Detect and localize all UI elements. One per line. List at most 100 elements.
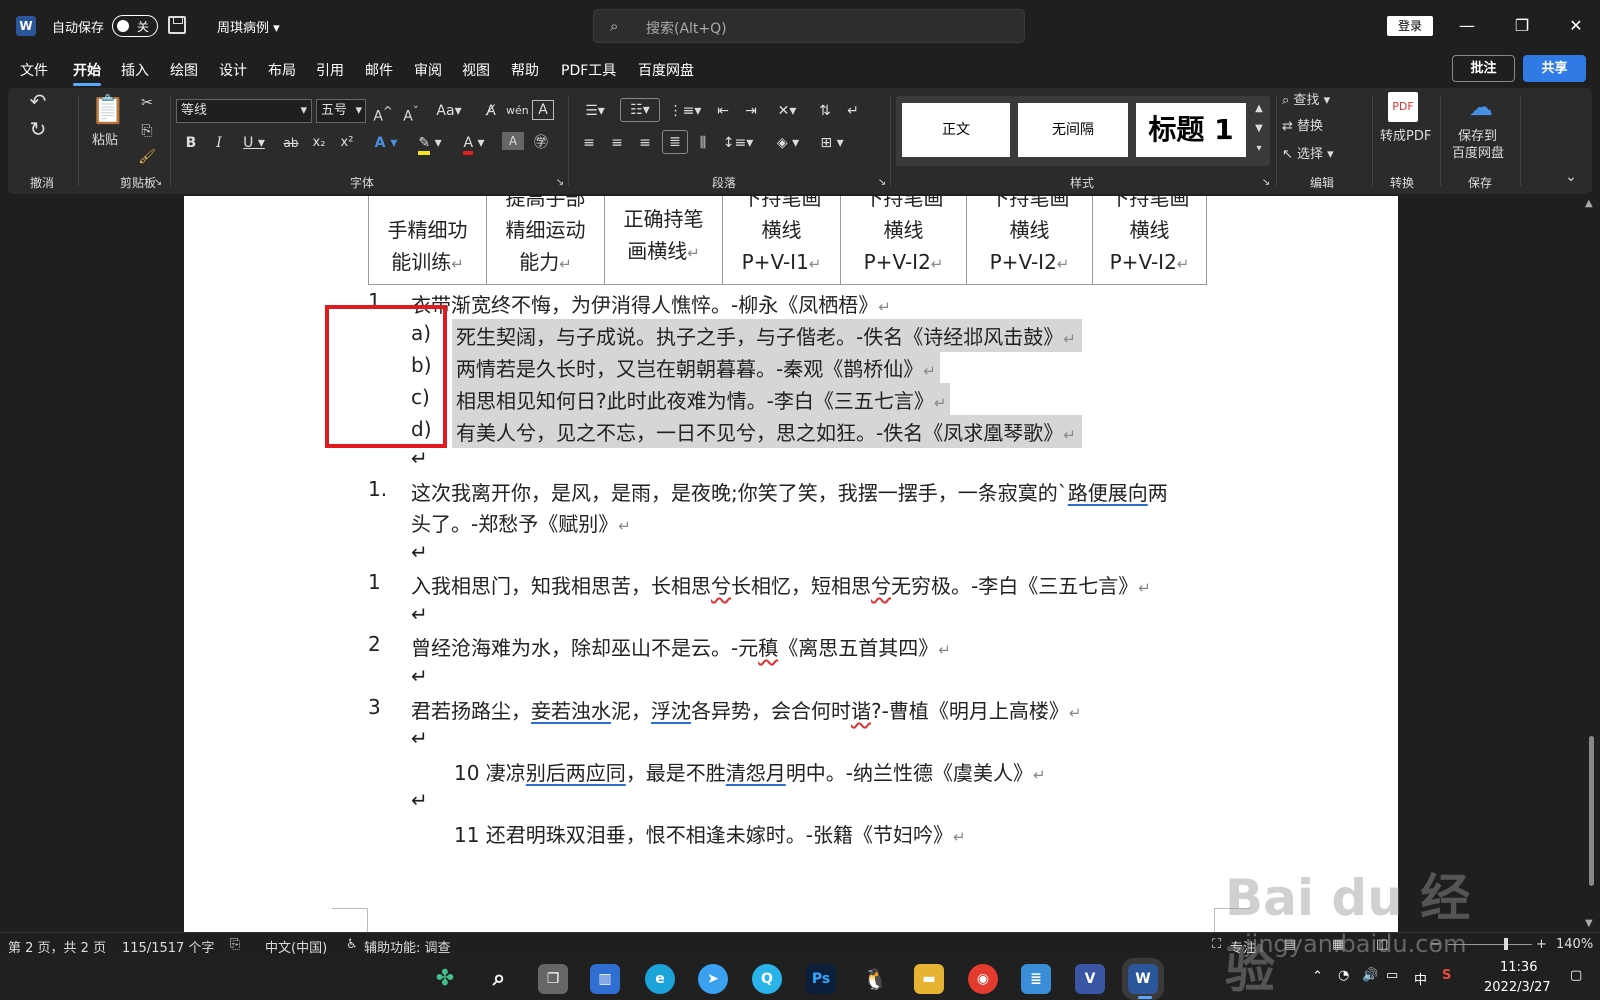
edge-icon[interactable]: e (645, 964, 675, 994)
paragraph-launcher-icon[interactable]: ↘ (876, 172, 888, 194)
shading-icon[interactable]: ◈ ▾ (770, 132, 806, 154)
format-painter-icon[interactable]: 🖌 (136, 146, 158, 168)
table-cell[interactable]: 手精细功 能训练↵ (368, 196, 487, 285)
document-title[interactable]: 周琪病例 ▾ (217, 17, 280, 36)
clipboard-launcher-icon[interactable]: ↘ (152, 172, 164, 194)
line-spacing-icon[interactable]: ↕≡▾ (720, 132, 756, 154)
save-to-label-2[interactable]: 百度网盘 (1452, 145, 1504, 162)
list-item-continuation[interactable]: 头了。-郑愁予《赋别》↵ (411, 508, 631, 537)
character-border-icon[interactable]: A (532, 100, 554, 120)
highlight-color-icon[interactable]: ✎ ▾ (412, 132, 448, 155)
sub-item[interactable]: 相思相见知何日?此时此夜难为情。-李白《三五七言》↵ (452, 383, 951, 416)
task-view-icon[interactable]: ❐ (538, 964, 568, 994)
restore-icon[interactable]: ❐ (1507, 12, 1537, 40)
pdf-icon[interactable]: PDF (1388, 92, 1418, 122)
list-item[interactable]: 衣带渐宽终不悔，为伊消得人憔悴。-柳永《凤栖梧》↵ (411, 289, 891, 318)
list-item[interactable]: 10 凄凉别后两应同，最是不胜清怨月明中。-纳兰性德《虞美人》↵ (454, 757, 1046, 786)
list-item[interactable]: 曾经沧海难为水，除却巫山不是云。-元稹《离思五首其四》↵ (411, 632, 951, 661)
scroll-down-icon[interactable]: ▼ (1585, 918, 1593, 929)
tab-help[interactable]: 帮助 (511, 60, 539, 80)
cut-icon[interactable]: ✂ (136, 92, 158, 114)
widgets-icon[interactable]: ▥ (590, 964, 620, 994)
search-box[interactable]: ⌕ 搜索(Alt+Q) (593, 9, 1025, 43)
table-cell[interactable]: 下持笔画 横线 P+V-I1↵ (722, 196, 841, 285)
strikethrough-icon[interactable]: ab (280, 132, 302, 154)
style-no-spacing[interactable]: 无间隔 (1018, 103, 1128, 157)
convert-pdf-label[interactable]: 转成PDF (1380, 128, 1431, 145)
distributed-icon[interactable]: ⫼ (692, 132, 714, 154)
tab-references[interactable]: 引用 (316, 60, 344, 80)
styles-scroll-up-icon[interactable]: ▲ (1252, 98, 1266, 120)
comments-button[interactable]: 批注 (1452, 55, 1515, 82)
tab-review[interactable]: 审阅 (414, 60, 442, 80)
italic-icon[interactable]: I (208, 132, 230, 154)
zoom-level[interactable]: 140% (1556, 937, 1593, 952)
page-count[interactable]: 第 2 页，共 2 页 (8, 937, 106, 956)
styles-launcher-icon[interactable]: ↘ (1260, 172, 1272, 194)
superscript-icon[interactable]: x² (336, 132, 358, 154)
minimize-icon[interactable]: — (1452, 12, 1482, 40)
tab-insert[interactable]: 插入 (121, 60, 149, 80)
clear-format-icon[interactable]: A̸ (480, 100, 502, 122)
change-case-icon[interactable]: Aa▾ (432, 100, 466, 122)
styles-scroll-down-icon[interactable]: ▼ (1252, 118, 1266, 140)
underline-icon[interactable]: U ▾ (236, 132, 272, 154)
replace-button[interactable]: ⇄ 替换 (1282, 116, 1366, 138)
language-status[interactable]: 中文(中国) (265, 937, 327, 956)
table-cell[interactable]: 下持笔画 横线 P+V-I2↵ (966, 196, 1093, 285)
scroll-up-icon[interactable]: ▲ (1585, 198, 1593, 209)
copy-icon[interactable]: ⎘ (136, 120, 158, 142)
search-icon[interactable]: ⌕ (484, 964, 514, 994)
tab-pdf-tools[interactable]: PDF工具 (561, 60, 616, 80)
word-count[interactable]: 115/1517 个字 (122, 937, 214, 956)
tab-mailings[interactable]: 邮件 (365, 60, 393, 80)
login-button[interactable]: 登录 (1387, 16, 1433, 36)
table-cell[interactable]: 下持笔画 横线 P+V-I2↵ (1092, 196, 1207, 285)
tab-home[interactable]: 开始 (73, 60, 101, 86)
list-item[interactable]: 这次我离开你，是风，是雨，是夜晚;你笑了笑，我摆一摆手，一条寂寞的`路便展向两 (411, 477, 1168, 506)
save-icon[interactable] (168, 16, 186, 34)
align-right-icon[interactable]: ≡ (634, 132, 656, 154)
vertical-scrollbar[interactable]: ▲ ▼ (1582, 196, 1600, 932)
select-button[interactable]: ↖ 选择 ▾ (1282, 144, 1366, 166)
table-cell[interactable]: 下持笔画 横线 P+V-I2↵ (840, 196, 967, 285)
decrease-indent-icon[interactable]: ⇤ (712, 100, 734, 122)
notepad-icon[interactable]: ≣ (1021, 964, 1051, 994)
phonetic-guide-icon[interactable]: wén (506, 100, 529, 122)
collapse-ribbon-icon[interactable]: ⌄ (1562, 166, 1580, 188)
close-icon[interactable]: ✕ (1561, 12, 1591, 40)
start-icon[interactable]: ✤ (430, 964, 460, 994)
baidu-pan-icon[interactable]: ☁ (1466, 92, 1496, 122)
feishu-icon[interactable]: ➤ (698, 964, 728, 994)
bold-icon[interactable]: B (180, 132, 202, 154)
table-cell[interactable]: 提高手部 精细运动 能力↵ (486, 196, 605, 285)
align-center-icon[interactable]: ≡ (606, 132, 628, 154)
word-taskbar-icon[interactable]: W (1128, 964, 1158, 994)
chinese-layout-icon[interactable]: ✕▾ (770, 100, 804, 122)
focus-icon[interactable]: ⛶ (1212, 937, 1221, 952)
character-shading-icon[interactable]: A (502, 132, 524, 150)
list-item[interactable]: 君若扬路尘，妾若浊水泥，浮沈各异势，会合何时谐?-曹植《明月上高楼》↵ (411, 695, 1081, 724)
show-marks-icon[interactable]: ↵ (842, 100, 864, 122)
visio-icon[interactable]: V (1075, 964, 1105, 994)
tab-design[interactable]: 设计 (219, 60, 247, 80)
sub-item[interactable]: 两情若是久长时，又岂在朝朝暮暮。-秦观《鹊桥仙》↵ (452, 351, 940, 384)
qq-icon[interactable]: 🐧 (860, 964, 890, 994)
enclose-characters-icon[interactable]: ㊫ (530, 132, 552, 154)
paste-icon[interactable]: 📋 (90, 92, 126, 128)
justify-icon[interactable]: ≣ (662, 130, 688, 154)
sub-item[interactable]: 死生契阔，与子成说。执子之手，与子偕老。-佚名《诗经邶风击鼓》↵ (452, 319, 1082, 352)
tab-baidu-pan[interactable]: 百度网盘 (638, 60, 694, 80)
browser-q-icon[interactable]: Q (752, 964, 782, 994)
share-button[interactable]: 共享 (1523, 55, 1586, 82)
style-heading-1[interactable]: 标题 1 (1136, 103, 1246, 157)
numbering-icon[interactable]: ☷▾ (620, 98, 660, 122)
bullets-icon[interactable]: ☰▾ (578, 100, 612, 122)
redo-icon[interactable]: ↻ (22, 118, 54, 140)
multilevel-list-icon[interactable]: ⋮≡▾ (668, 100, 702, 122)
find-button[interactable]: ⌕ 查找 ▾ (1282, 90, 1366, 112)
style-normal[interactable]: 正文 (902, 103, 1010, 157)
table-cell[interactable]: 正确持笔 画横线↵ (604, 196, 723, 285)
increase-indent-icon[interactable]: ⇥ (740, 100, 762, 122)
grow-font-icon[interactable]: A^ (372, 100, 394, 125)
